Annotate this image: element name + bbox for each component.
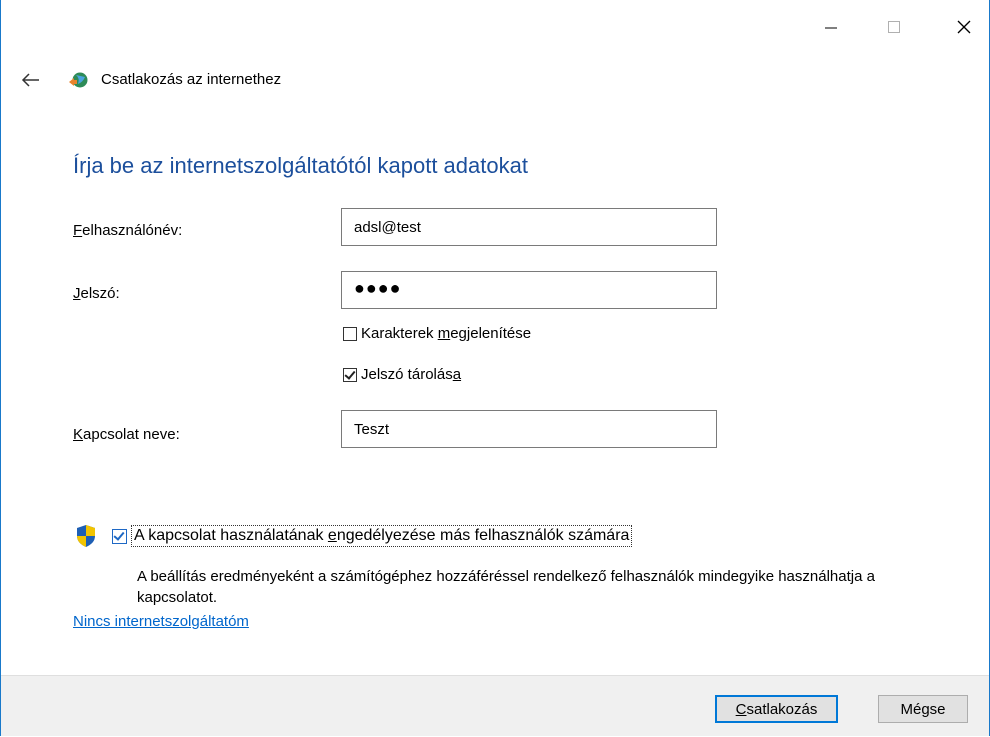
checkbox-box[interactable] [343,326,357,341]
connection-name-input[interactable]: Teszt [341,410,717,448]
maximize-icon [888,21,900,33]
connection-name-label: Kapcsolat neve: [73,426,180,443]
back-arrow-icon [21,73,39,87]
password-input[interactable]: ●●●● [341,271,717,309]
username-label: Felhasználónév: [73,222,183,239]
window-title: Csatlakozás az internethez [101,71,282,88]
no-isp-link[interactable]: Nincs internetszolgáltatóm [73,613,249,630]
share-connection-row: A kapcsolat használatának engedélyezése … [75,524,633,548]
share-connection-description: A beállítás eredményeként a számítógéphe… [137,568,875,606]
show-characters-label: Karakterek megjelenítése [361,325,532,342]
minimize-button[interactable] [811,12,851,42]
share-connection-checkbox[interactable] [112,528,127,544]
close-button[interactable] [944,12,984,42]
cancel-button[interactable]: Mégse [878,695,968,723]
show-characters-checkbox[interactable]: Karakterek megjelenítése [343,325,531,342]
maximize-button[interactable] [874,12,914,42]
password-label: Jelszó: [73,285,120,302]
dialog-footer: Csatlakozás Mégse [1,675,989,736]
minimize-icon [825,27,837,29]
network-globe-icon [67,70,89,95]
username-input[interactable]: adsl@test [341,208,717,246]
connect-dialog-window: Csatlakozás az internethez Írja be az in… [0,0,990,736]
page-heading: Írja be az internetszolgáltatótól kapott… [73,153,528,178]
back-button[interactable] [20,70,42,90]
checkbox-box-checked[interactable] [343,367,357,382]
uac-shield-icon [77,525,95,547]
share-connection-label[interactable]: A kapcsolat használatának engedélyezése … [131,525,633,547]
connect-button[interactable]: Csatlakozás [715,695,838,723]
close-icon [957,20,971,34]
save-password-checkbox[interactable]: Jelszó tárolása [343,366,461,383]
save-password-label: Jelszó tárolása [361,366,462,383]
